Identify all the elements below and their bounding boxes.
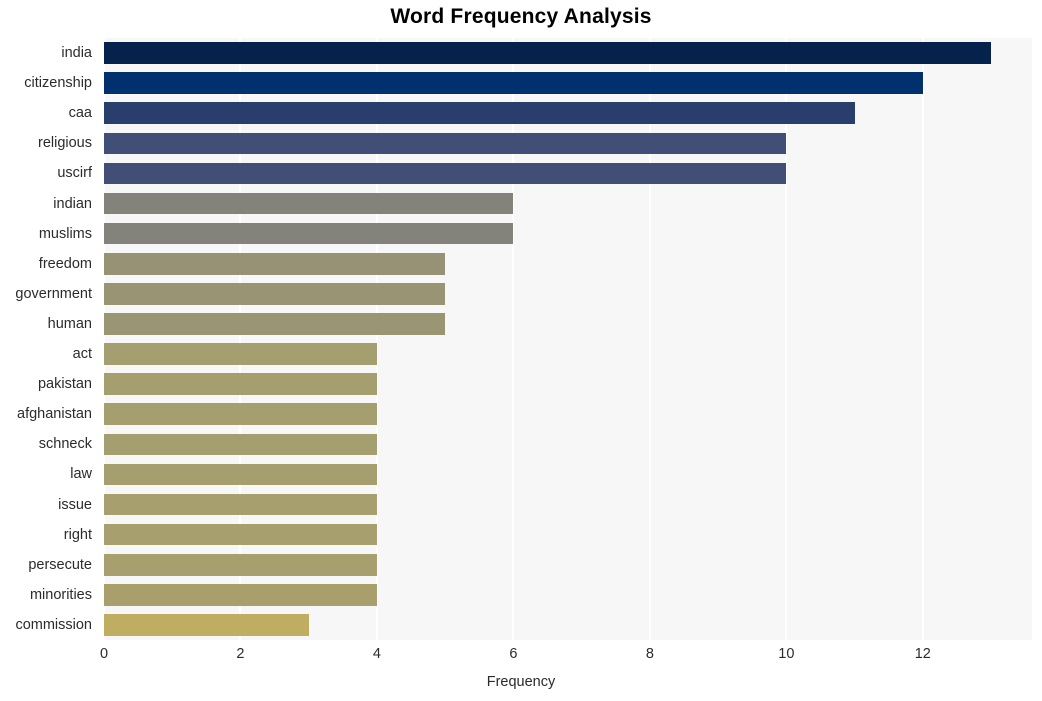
bar-row bbox=[104, 72, 1032, 94]
x-tick-0: 0 bbox=[99, 646, 109, 662]
bar-afghanistan[interactable] bbox=[104, 403, 377, 426]
y-tick-right: right bbox=[63, 526, 92, 543]
bar-religious[interactable] bbox=[104, 132, 787, 155]
bar-uscirf[interactable] bbox=[104, 162, 787, 185]
x-tick-8: 8 bbox=[645, 646, 654, 662]
bar-row bbox=[104, 553, 1032, 576]
y-tick-caa: caa bbox=[68, 105, 92, 122]
x-tick-2: 2 bbox=[236, 646, 245, 662]
y-tick-issue: issue bbox=[58, 496, 92, 513]
bar-government[interactable] bbox=[104, 283, 446, 305]
bar-issue[interactable] bbox=[104, 493, 377, 516]
x-tick-12: 12 bbox=[914, 646, 931, 662]
bar-row bbox=[104, 373, 1032, 395]
bar-row bbox=[104, 343, 1032, 365]
y-tick-religious: religious bbox=[38, 135, 92, 152]
bar-right[interactable] bbox=[104, 523, 377, 546]
bar-row bbox=[104, 192, 1032, 215]
bar-human[interactable] bbox=[104, 313, 446, 335]
bar-row bbox=[104, 493, 1032, 516]
y-axis-tick-labels: india citizenship caa religious uscirf indian… bbox=[0, 38, 98, 640]
y-tick-citizenship: citizenship bbox=[24, 75, 92, 92]
bar-series bbox=[104, 38, 1032, 640]
bar-row bbox=[104, 313, 1032, 335]
bar-caa[interactable] bbox=[104, 102, 855, 125]
y-tick-persecute: persecute bbox=[28, 556, 92, 573]
bar-row bbox=[104, 102, 1032, 125]
chart-figure: Word Frequency Analysis india citizenship… bbox=[0, 0, 1042, 701]
bar-row bbox=[104, 403, 1032, 426]
bar-pakistan[interactable] bbox=[104, 373, 377, 395]
bar-india[interactable] bbox=[104, 42, 992, 64]
bar-row bbox=[104, 614, 1032, 636]
x-tick-10: 10 bbox=[778, 646, 795, 662]
y-tick-commission: commission bbox=[15, 616, 92, 633]
x-axis-tick-labels: 0 2 4 6 8 10 12 bbox=[0, 646, 1042, 670]
bar-row bbox=[104, 523, 1032, 546]
bar-row bbox=[104, 584, 1032, 606]
y-tick-government: government bbox=[15, 285, 92, 302]
y-tick-indian: indian bbox=[53, 195, 92, 212]
x-axis-title: Frequency bbox=[486, 674, 556, 690]
bar-commission[interactable] bbox=[104, 614, 309, 636]
y-tick-act: act bbox=[72, 346, 92, 363]
bar-row bbox=[104, 283, 1032, 305]
bar-indian[interactable] bbox=[104, 192, 514, 215]
bar-row bbox=[104, 433, 1032, 456]
bar-schneck[interactable] bbox=[104, 433, 377, 456]
y-tick-human: human bbox=[47, 315, 92, 332]
bar-law[interactable] bbox=[104, 463, 377, 486]
page-title: Word Frequency Analysis bbox=[390, 5, 652, 28]
bar-citizenship[interactable] bbox=[104, 72, 923, 94]
bar-row bbox=[104, 132, 1032, 155]
y-tick-freedom: freedom bbox=[38, 255, 92, 272]
y-tick-schneck: schneck bbox=[38, 436, 92, 453]
bar-act[interactable] bbox=[104, 343, 377, 365]
bar-muslims[interactable] bbox=[104, 222, 514, 245]
bar-row bbox=[104, 252, 1032, 275]
x-tick-6: 6 bbox=[509, 646, 518, 662]
bar-row bbox=[104, 463, 1032, 486]
bar-minorities[interactable] bbox=[104, 584, 377, 606]
y-tick-muslims: muslims bbox=[38, 225, 92, 242]
bar-persecute[interactable] bbox=[104, 553, 377, 576]
y-tick-pakistan: pakistan bbox=[37, 376, 92, 393]
x-tick-4: 4 bbox=[372, 646, 381, 662]
y-tick-india: india bbox=[61, 45, 92, 62]
y-tick-minorities: minorities bbox=[29, 586, 92, 603]
bar-row bbox=[104, 162, 1032, 185]
y-tick-uscirf: uscirf bbox=[57, 165, 92, 182]
bar-row bbox=[104, 42, 1032, 64]
plot-area bbox=[104, 38, 1032, 640]
bar-row bbox=[104, 222, 1032, 245]
bar-freedom[interactable] bbox=[104, 252, 446, 275]
y-tick-law: law bbox=[70, 466, 92, 483]
y-tick-afghanistan: afghanistan bbox=[17, 406, 92, 423]
